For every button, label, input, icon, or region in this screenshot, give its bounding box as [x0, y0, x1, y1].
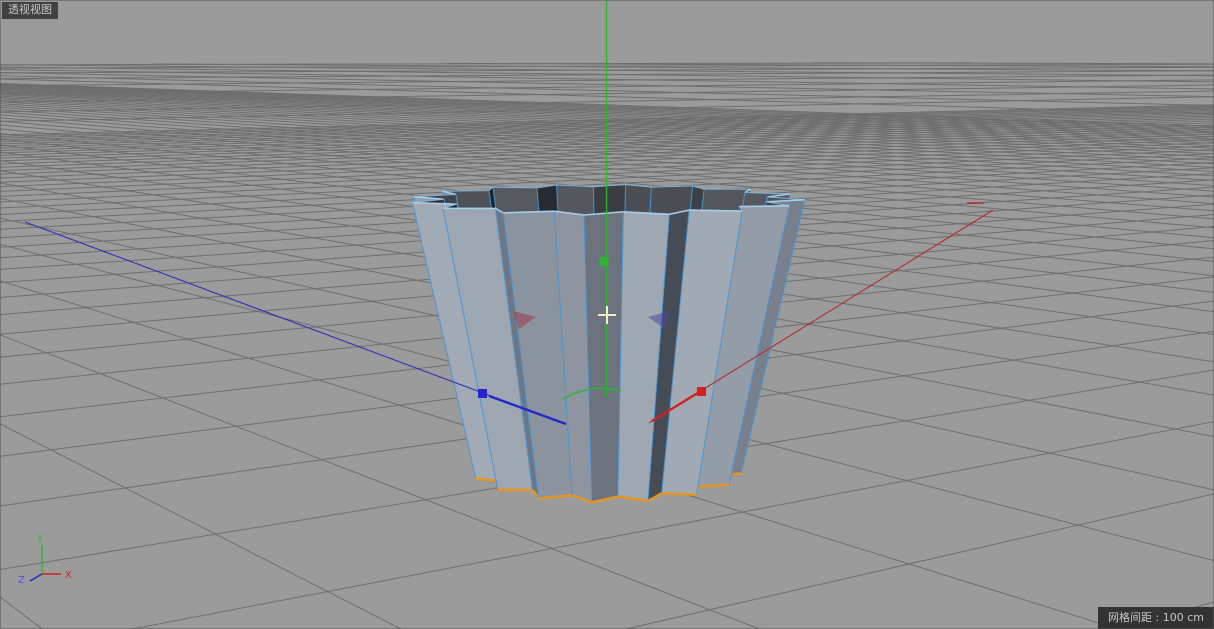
indicator-z-label: Z: [18, 575, 25, 586]
viewport-3d[interactable]: 透视视图 Y X Z 网格间距 : 100 cm: [0, 0, 1214, 629]
indicator-y-label: Y: [36, 534, 44, 545]
indicator-x-label: X: [65, 570, 72, 581]
object-edge: [662, 493, 697, 495]
polygon-object[interactable]: [413, 185, 805, 503]
axis-orientation-indicator: Y X Z: [14, 532, 90, 588]
grid-spacing-status: 网格间距 : 100 cm: [1098, 607, 1214, 629]
object-edge: [443, 191, 489, 192]
viewport-canvas[interactable]: [0, 0, 1214, 629]
y-axis-handle[interactable]: [600, 257, 609, 266]
object-edge: [739, 206, 789, 207]
view-label: 透视视图: [2, 2, 58, 19]
z-axis-handle[interactable]: [478, 389, 487, 398]
x-axis-handle[interactable]: [697, 387, 706, 396]
object-edge: [689, 210, 742, 211]
object-edge: [696, 485, 729, 487]
object-edge: [493, 187, 537, 188]
indicator-z-axis: [30, 574, 42, 581]
